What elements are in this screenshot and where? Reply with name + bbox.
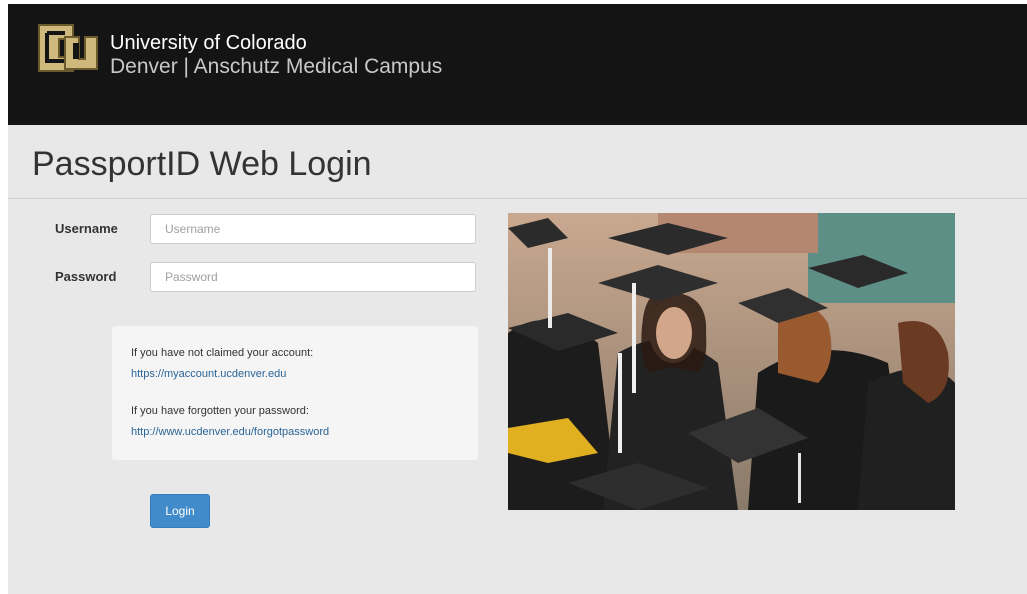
- login-button[interactable]: Login: [150, 494, 210, 528]
- login-page: University of Colorado Denver | Anschutz…: [8, 4, 1027, 594]
- title-divider: [8, 198, 1027, 199]
- password-input[interactable]: [150, 262, 476, 292]
- unclaimed-account-text: If you have not claimed your account:: [131, 347, 314, 359]
- forgot-password-link[interactable]: http://www.ucdenver.edu/forgotpassword: [131, 426, 329, 438]
- username-label: Username: [55, 221, 118, 236]
- site-header: University of Colorado Denver | Anschutz…: [8, 4, 1027, 125]
- password-label: Password: [55, 269, 117, 284]
- graduation-photo: [508, 213, 955, 510]
- page-title: PassportID Web Login: [32, 145, 372, 183]
- username-input[interactable]: [150, 214, 476, 244]
- forgot-password-text: If you have forgotten your password:: [131, 405, 309, 417]
- claim-account-link[interactable]: https://myaccount.ucdenver.edu: [131, 368, 286, 380]
- cu-logo-icon: [38, 24, 98, 72]
- help-info-box: If you have not claimed your account: ht…: [112, 326, 478, 460]
- campus-name: Denver | Anschutz Medical Campus: [110, 55, 443, 78]
- university-name: University of Colorado: [110, 32, 307, 54]
